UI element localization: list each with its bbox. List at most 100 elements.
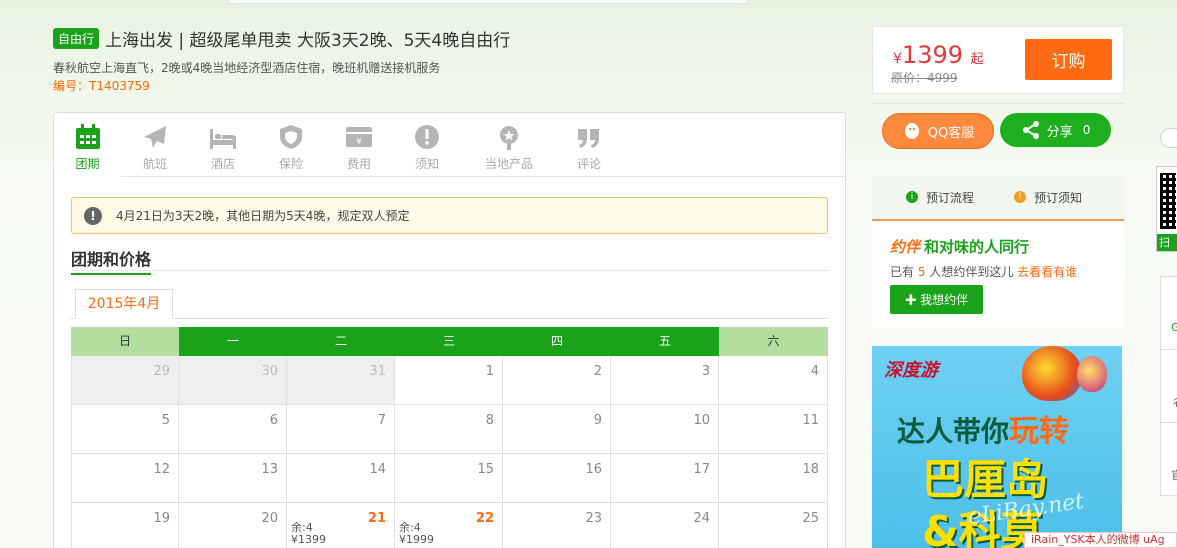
calendar-week-row: 5 6 7 8 9 10 11 (71, 405, 828, 454)
qr-code-panel[interactable]: 扫 (1156, 166, 1177, 252)
day-number: 13 (261, 462, 278, 477)
day-number: 23 (585, 511, 602, 526)
tab-label: 团期 (75, 157, 100, 171)
calendar-day: 10 (611, 405, 719, 454)
ad-headline-a: 达人带你 (897, 415, 1010, 448)
buddy-title: 约伴 和对味的人同行 (890, 236, 1029, 257)
calendar-day: 29 (71, 356, 179, 405)
scan-label: 扫 (1157, 234, 1177, 251)
tab-label: 酒店 (210, 157, 235, 171)
balloon-image (1077, 356, 1107, 392)
warning-icon (415, 125, 439, 149)
calendar-day-available[interactable]: 21 余:4 ¥1399 (287, 503, 395, 548)
share-icon (1022, 121, 1039, 139)
month-tab-2015-04[interactable]: 2015年4月 (75, 289, 173, 319)
calendar: 日 一 二 三 四 五 六 29 30 31 1 2 3 4 5 6 7 8 9 10 11 12 13 14 1… (71, 327, 828, 548)
buddy-title-text: 和对味的人同行 (924, 238, 1030, 256)
day-number: 17 (693, 462, 710, 477)
day-number: 31 (369, 364, 386, 379)
find-buddy-label: 我想约伴 (920, 293, 969, 307)
price-box: ¥1399 起 原价：4999 订购 (872, 26, 1124, 94)
calendar-day: 30 (179, 356, 287, 405)
alert-icon: ! (84, 206, 102, 225)
price-value: 1399 (901, 41, 963, 69)
day-number: 24 (693, 511, 710, 526)
qr-code-image (1160, 173, 1176, 229)
side-item[interactable]: G (1161, 277, 1177, 350)
side-float-panel: G 彳 官 (1160, 276, 1177, 496)
tab-flight[interactable]: 航班 (121, 113, 189, 177)
product-code: 编号：T1403759 (53, 79, 150, 93)
buddy-pre: 已有 (890, 265, 915, 279)
buddy-text: 已有 5 人想约伴到这儿 去看看有谁 (890, 263, 1077, 280)
day-number: 22 (475, 511, 494, 526)
weekday-thu: 四 (503, 327, 611, 356)
weekday-fri: 五 (611, 327, 719, 356)
day-price: ¥1399 (291, 533, 326, 546)
price: ¥1399 起 (893, 41, 984, 69)
share-count: 0 (1082, 123, 1091, 137)
tab-label: 评论 (576, 157, 601, 171)
day-price: ¥1999 (399, 533, 434, 546)
day-number: 2 (593, 364, 602, 379)
calendar-day: 2 (503, 356, 611, 405)
calendar-day: 3 (611, 356, 719, 405)
calendar-day: 8 (395, 405, 503, 454)
buddy-see-who-link[interactable]: 去看看有谁 (1017, 265, 1077, 279)
day-availability: 余:4 ¥1999 (399, 522, 434, 546)
tab-reviews[interactable]: 评论 (557, 113, 621, 177)
divider (872, 103, 1124, 104)
qq-service-button[interactable]: QQ客服 (882, 113, 994, 149)
booking-notice-link[interactable]: ! 预订须知 (1014, 189, 1082, 206)
qq-penguin-icon (904, 123, 919, 139)
tab-hotel[interactable]: 酒店 (189, 113, 257, 177)
calendar-week-row: 19 20 21 余:4 ¥1399 22 余:4 ¥1999 23 24 25 (71, 503, 828, 548)
calendar-day-available[interactable]: 22 余:4 ¥1999 (395, 503, 503, 548)
day-number: 25 (802, 511, 819, 526)
side-item[interactable]: 彳 (1161, 350, 1177, 423)
exclaim-icon: ! (1014, 191, 1027, 203)
booking-process-link[interactable]: i 预订流程 (906, 189, 974, 206)
calendar-day: 19 (71, 503, 179, 548)
detail-nav-tabs: 团期 航班 酒店 保险 ¥ 费用 须知 当地产品 评论 (54, 113, 845, 178)
calendar-day: 20 (179, 503, 287, 548)
calendar-body: 29 30 31 1 2 3 4 5 6 7 8 9 10 11 12 13 14 15 16 17 18 19 20 21 余… (71, 356, 828, 548)
tab-label: 当地产品 (484, 157, 533, 171)
calendar-day: 11 (719, 405, 828, 454)
day-number: 21 (367, 511, 386, 526)
calendar-week-row: 29 30 31 1 2 3 4 (71, 356, 828, 405)
svg-text:¥: ¥ (356, 137, 362, 147)
day-number: 18 (802, 462, 819, 477)
buddy-count: 5 (917, 265, 926, 279)
product-subtitle: 春秋航空上海直飞，2晚或4晚当地经济型酒店住宿，晚班机赠送接机服务 (53, 61, 441, 75)
day-number: 5 (161, 413, 170, 428)
calendar-day: 9 (503, 405, 611, 454)
tab-local-products[interactable]: 当地产品 (461, 113, 557, 177)
order-button[interactable]: 订购 (1025, 39, 1112, 80)
share-label: 分享 (1046, 124, 1073, 140)
top-tab-strip (228, 0, 748, 4)
day-number: 19 (153, 511, 170, 526)
tab-insurance[interactable]: 保险 (257, 113, 325, 177)
weibo-float-note[interactable]: iRain_YSK本人的微博 uAg (1024, 532, 1177, 548)
price-suffix: 起 (970, 52, 984, 67)
quote-icon (578, 129, 599, 148)
day-number: 1 (485, 364, 494, 379)
tab-notice[interactable]: 须知 (393, 113, 461, 177)
tab-fees[interactable]: ¥ 费用 (325, 113, 393, 177)
side-item[interactable]: 官 (1161, 423, 1177, 496)
tab-label: 须知 (414, 157, 439, 171)
tab-schedule[interactable]: 团期 (54, 113, 121, 178)
share-button[interactable]: 分享 0 (1000, 113, 1111, 147)
notice-text: 4月21日为3天2晚，其他日期为5天4晚，规定双人预定 (116, 209, 410, 223)
calendar-day: 24 (611, 503, 719, 548)
day-availability: 余:4 ¥1399 (291, 522, 326, 546)
day-number: 20 (261, 511, 278, 526)
calendar-day: 31 (287, 356, 395, 405)
tab-label: 航班 (142, 157, 167, 171)
day-number: 11 (802, 413, 819, 428)
weekday-sat: 六 (719, 327, 828, 356)
day-number: 6 (269, 413, 278, 428)
find-buddy-button[interactable]: ✚ 我想约伴 (890, 285, 983, 314)
cloud-icon[interactable] (1160, 128, 1177, 148)
